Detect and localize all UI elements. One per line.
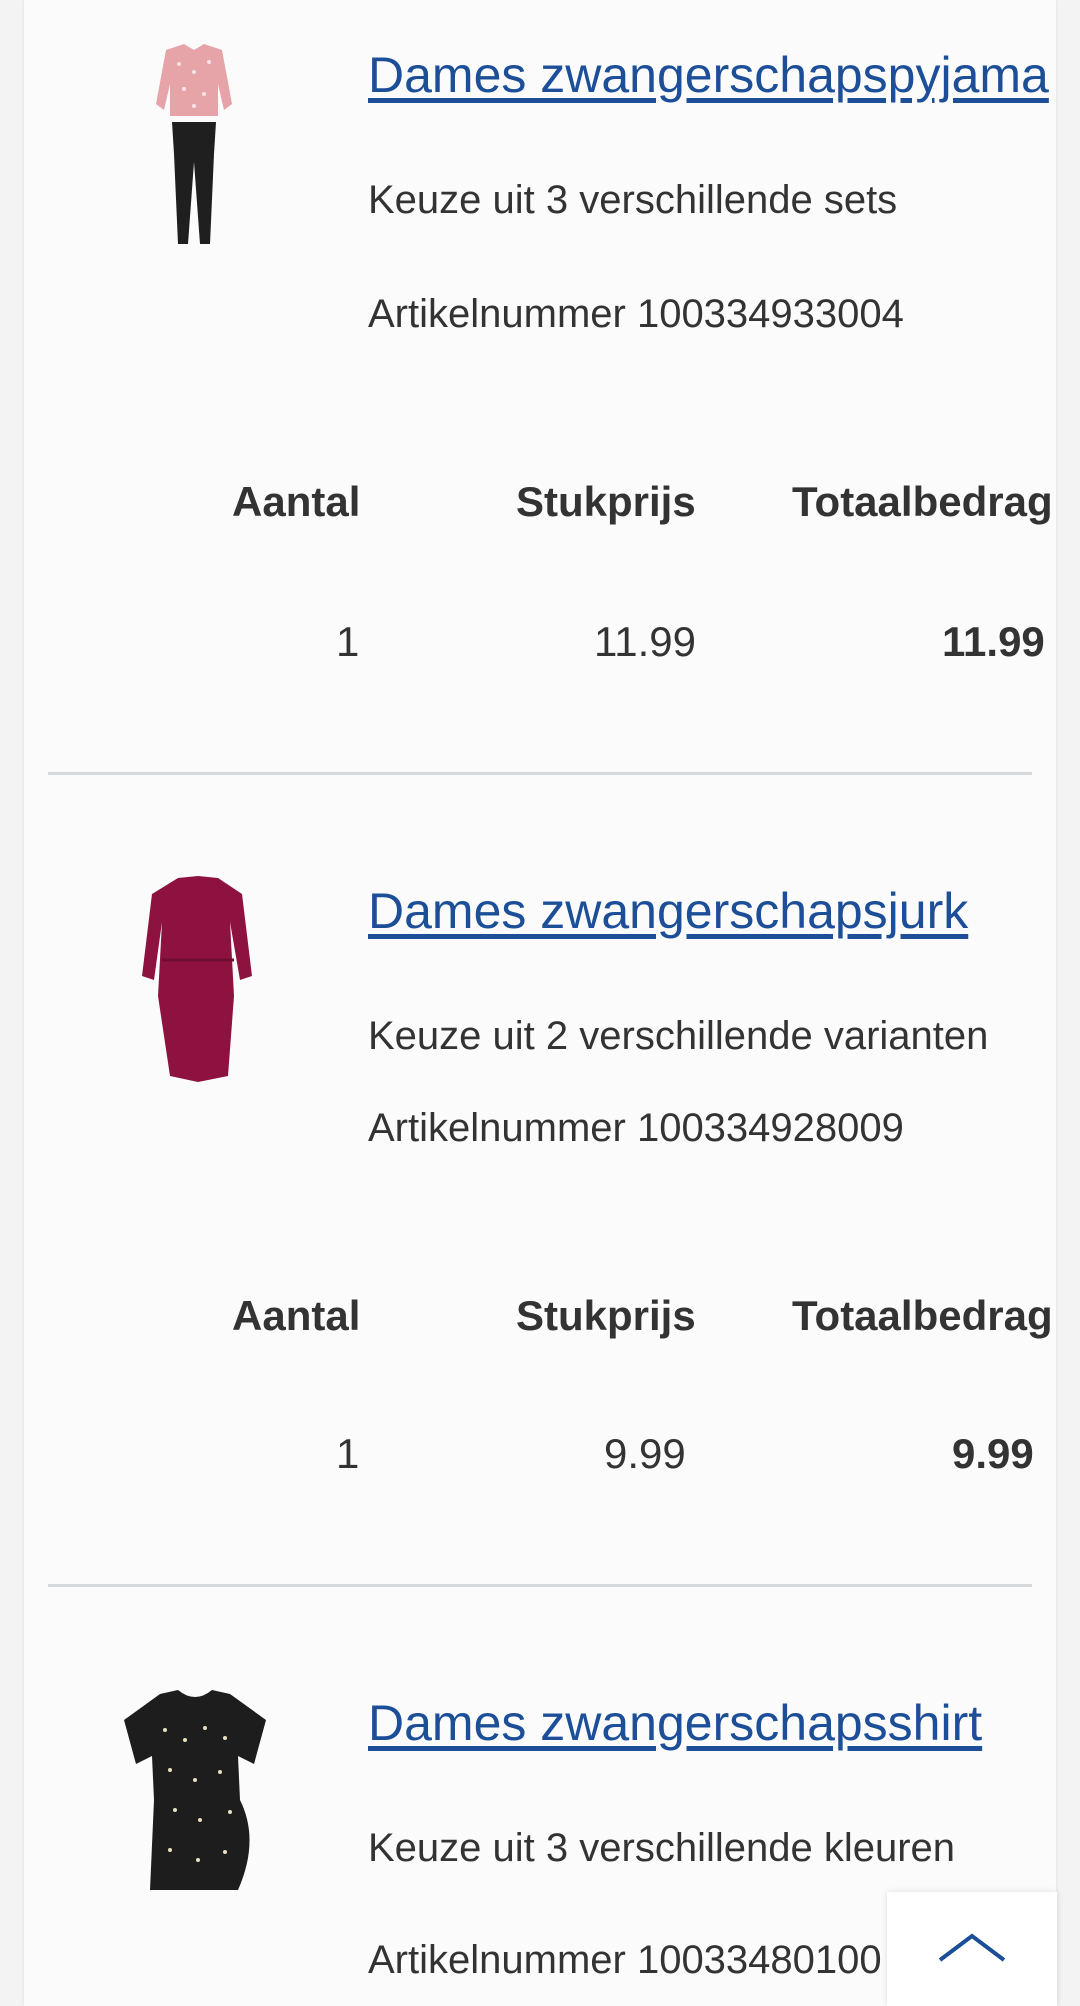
- unit-price-value: 11.99: [594, 618, 696, 665]
- total-value: 11.99: [942, 618, 1045, 665]
- quantity-header: Aantal: [232, 478, 361, 525]
- article-number: Artikelnummer 10033480100: [368, 1938, 882, 1982]
- unit-price-header: Stukprijs: [516, 1292, 696, 1339]
- product-image-pyjama[interactable]: [154, 44, 234, 259]
- unit-price-header: Stukprijs: [516, 478, 696, 525]
- back-to-top-button[interactable]: [887, 1892, 1057, 2006]
- product-title-link[interactable]: Dames zwangerschapspyjama: [368, 46, 1049, 104]
- product-image-shirt[interactable]: [120, 1690, 270, 1905]
- total-value: 9.99: [952, 1430, 1034, 1477]
- unit-price-value: 9.99: [604, 1430, 686, 1477]
- variant-info: Keuze uit 3 verschillende kleuren: [368, 1826, 956, 1870]
- order-items-panel: Dames zwangerschapspyjama Keuze uit 3 ve…: [24, 0, 1056, 2006]
- product-title-link[interactable]: Dames zwangerschapsjurk: [368, 882, 968, 940]
- total-header: Totaalbedrag: [792, 1292, 1053, 1339]
- quantity-header: Aantal: [232, 1292, 361, 1339]
- variant-info: Keuze uit 3 verschillende sets: [368, 178, 898, 222]
- quantity-value: 1: [336, 1430, 360, 1477]
- chevron-up-icon: [937, 1932, 1007, 1967]
- item-separator: [48, 772, 1032, 775]
- total-header: Totaalbedrag: [792, 478, 1053, 525]
- variant-info: Keuze uit 2 verschillende varianten: [368, 1014, 989, 1058]
- product-image-dress[interactable]: [138, 876, 258, 1091]
- item-separator: [48, 1584, 1032, 1587]
- article-number: Artikelnummer 100334928009: [368, 1106, 904, 1150]
- quantity-value: 1: [336, 618, 360, 665]
- article-number: Artikelnummer 100334933004: [368, 292, 904, 336]
- product-title-link[interactable]: Dames zwangerschapsshirt: [368, 1694, 982, 1752]
